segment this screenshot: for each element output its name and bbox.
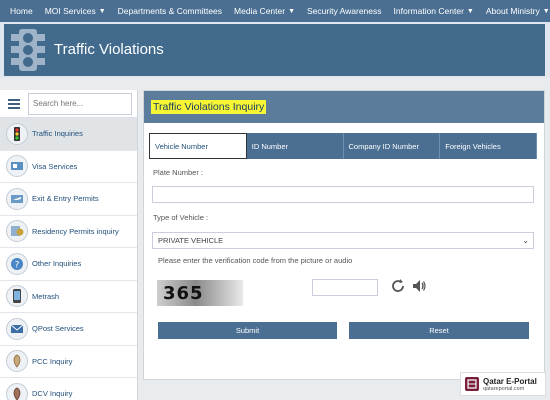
watermark-url: qatareportal.com <box>483 385 525 392</box>
sidebar-search-row <box>0 90 137 118</box>
sidebar-item-visa-services[interactable]: Visa Services <box>0 151 137 183</box>
nav-label: Home <box>10 6 33 16</box>
document-icon <box>6 382 28 400</box>
tab-company-id[interactable]: Company ID Number <box>344 133 441 159</box>
svg-text:?: ? <box>15 260 20 270</box>
caret-down-icon: ▼ <box>542 7 550 15</box>
top-nav: Home MOI Services ▼ Departments & Committ… <box>0 0 550 22</box>
vehicle-type-value: PRIVATE VEHICLE <box>158 236 224 245</box>
watermark-text: Qatar E-Portal qatareportal.com <box>483 377 537 392</box>
speaker-icon[interactable] <box>411 278 427 294</box>
caret-down-icon: ▼ <box>466 7 474 15</box>
sidebar-item-label: Traffic Inquiries <box>32 129 83 139</box>
nav-item-home[interactable]: Home <box>4 6 39 16</box>
qatar-eportal-watermark: Qatar E-Portal qatareportal.com <box>460 372 546 396</box>
traffic-light-logo-icon <box>11 29 45 71</box>
traffic-light-icon <box>6 122 28 145</box>
hamburger-menu-icon[interactable] <box>0 90 28 118</box>
plate-number-input[interactable] <box>152 186 534 203</box>
nav-item-media-center[interactable]: Media Center ▼ <box>228 6 301 16</box>
sidebar-item-traffic-inquiries[interactable]: Traffic Inquiries <box>0 118 137 151</box>
chevron-down-icon: ⌄ <box>522 236 529 245</box>
inquiry-tabs: Vehicle Number ID Number Company ID Numb… <box>149 133 537 159</box>
caret-down-icon: ▼ <box>288 7 296 15</box>
sidebar-item-other-inquiries[interactable]: ? Other Inquiries <box>0 248 137 281</box>
submit-button[interactable]: Submit <box>158 322 337 339</box>
question-icon: ? <box>6 252 28 275</box>
sidebar-item-label: PCC Inquiry <box>32 356 73 366</box>
nav-label: About Ministry <box>485 6 540 16</box>
plane-icon <box>6 187 28 210</box>
sidebar-item-label: Visa Services <box>32 161 78 171</box>
tab-vehicle-number[interactable]: Vehicle Number <box>149 133 247 159</box>
nav-label: Information Center <box>393 6 464 16</box>
sidebar-item-residency[interactable]: Residency Permits inquiry <box>0 216 137 248</box>
nav-label: Media Center <box>234 6 286 16</box>
nav-label: MOI Services <box>44 6 96 16</box>
sidebar-item-metrash[interactable]: Metrash <box>0 281 137 313</box>
captcha-image: 365 <box>157 280 243 306</box>
nav-item-security-awareness[interactable]: Security Awareness <box>301 6 388 16</box>
header-banner: Traffic Violations <box>0 22 550 78</box>
mail-icon <box>6 317 28 340</box>
page-title: Traffic Violations <box>54 41 164 58</box>
nav-item-information-center[interactable]: Information Center ▼ <box>388 6 480 16</box>
phone-icon <box>6 285 28 308</box>
residency-icon <box>6 220 28 243</box>
refresh-icon[interactable] <box>390 278 406 294</box>
tab-foreign-vehicles[interactable]: Foreign Vehicles <box>440 133 537 159</box>
sidebar-item-label: DCV Inquiry <box>32 389 73 399</box>
panel-title: Traffic Violations Inquiry <box>151 100 267 114</box>
header-inner: Traffic Violations <box>4 24 545 76</box>
visa-icon <box>6 155 28 178</box>
captcha-input[interactable] <box>312 279 378 296</box>
sidebar-item-pcc[interactable]: PCC Inquiry <box>0 346 137 378</box>
sidebar-item-dcv[interactable]: DCV Inquiry <box>0 378 137 400</box>
sidebar-item-qpost[interactable]: QPost Services <box>0 313 137 346</box>
panel-header: Traffic Violations Inquiry <box>144 91 544 123</box>
sidebar-item-label: Exit & Entry Permits <box>32 194 99 204</box>
reset-button[interactable]: Reset <box>349 322 529 339</box>
nav-item-departments[interactable]: Departments & Committees <box>112 6 228 16</box>
sidebar-search-input[interactable] <box>28 92 132 115</box>
vehicle-type-label: Type of Vehicle : <box>153 213 209 222</box>
watermark-title: Qatar E-Portal <box>483 376 537 386</box>
nav-item-moi-services[interactable]: MOI Services ▼ <box>39 6 112 16</box>
captcha-code: 365 <box>163 282 204 304</box>
captcha-hint: Please enter the verification code from … <box>158 256 353 265</box>
plate-number-label: Plate Number : <box>153 168 204 177</box>
vehicle-type-select[interactable]: PRIVATE VEHICLE ⌄ <box>152 232 534 249</box>
sidebar-item-label: Residency Permits inquiry <box>32 226 119 236</box>
sidebar-item-exit-entry[interactable]: Exit & Entry Permits <box>0 183 137 216</box>
nav-item-about-ministry[interactable]: About Ministry ▼ <box>480 6 550 16</box>
nav-label: Departments & Committees <box>117 6 223 16</box>
sidebar-item-label: QPost Services <box>32 324 84 334</box>
qatar-eportal-logo-icon <box>465 377 479 391</box>
nav-label: Security Awareness <box>307 6 382 16</box>
caret-down-icon: ▼ <box>98 7 106 15</box>
sidebar-item-label: Metrash <box>32 291 60 301</box>
sidebar-item-label: Other Inquiries <box>32 259 82 269</box>
tab-id-number[interactable]: ID Number <box>247 133 344 159</box>
sidebar: Traffic Inquiries Visa Services Exit & E… <box>0 90 138 400</box>
certificate-icon <box>6 350 28 373</box>
